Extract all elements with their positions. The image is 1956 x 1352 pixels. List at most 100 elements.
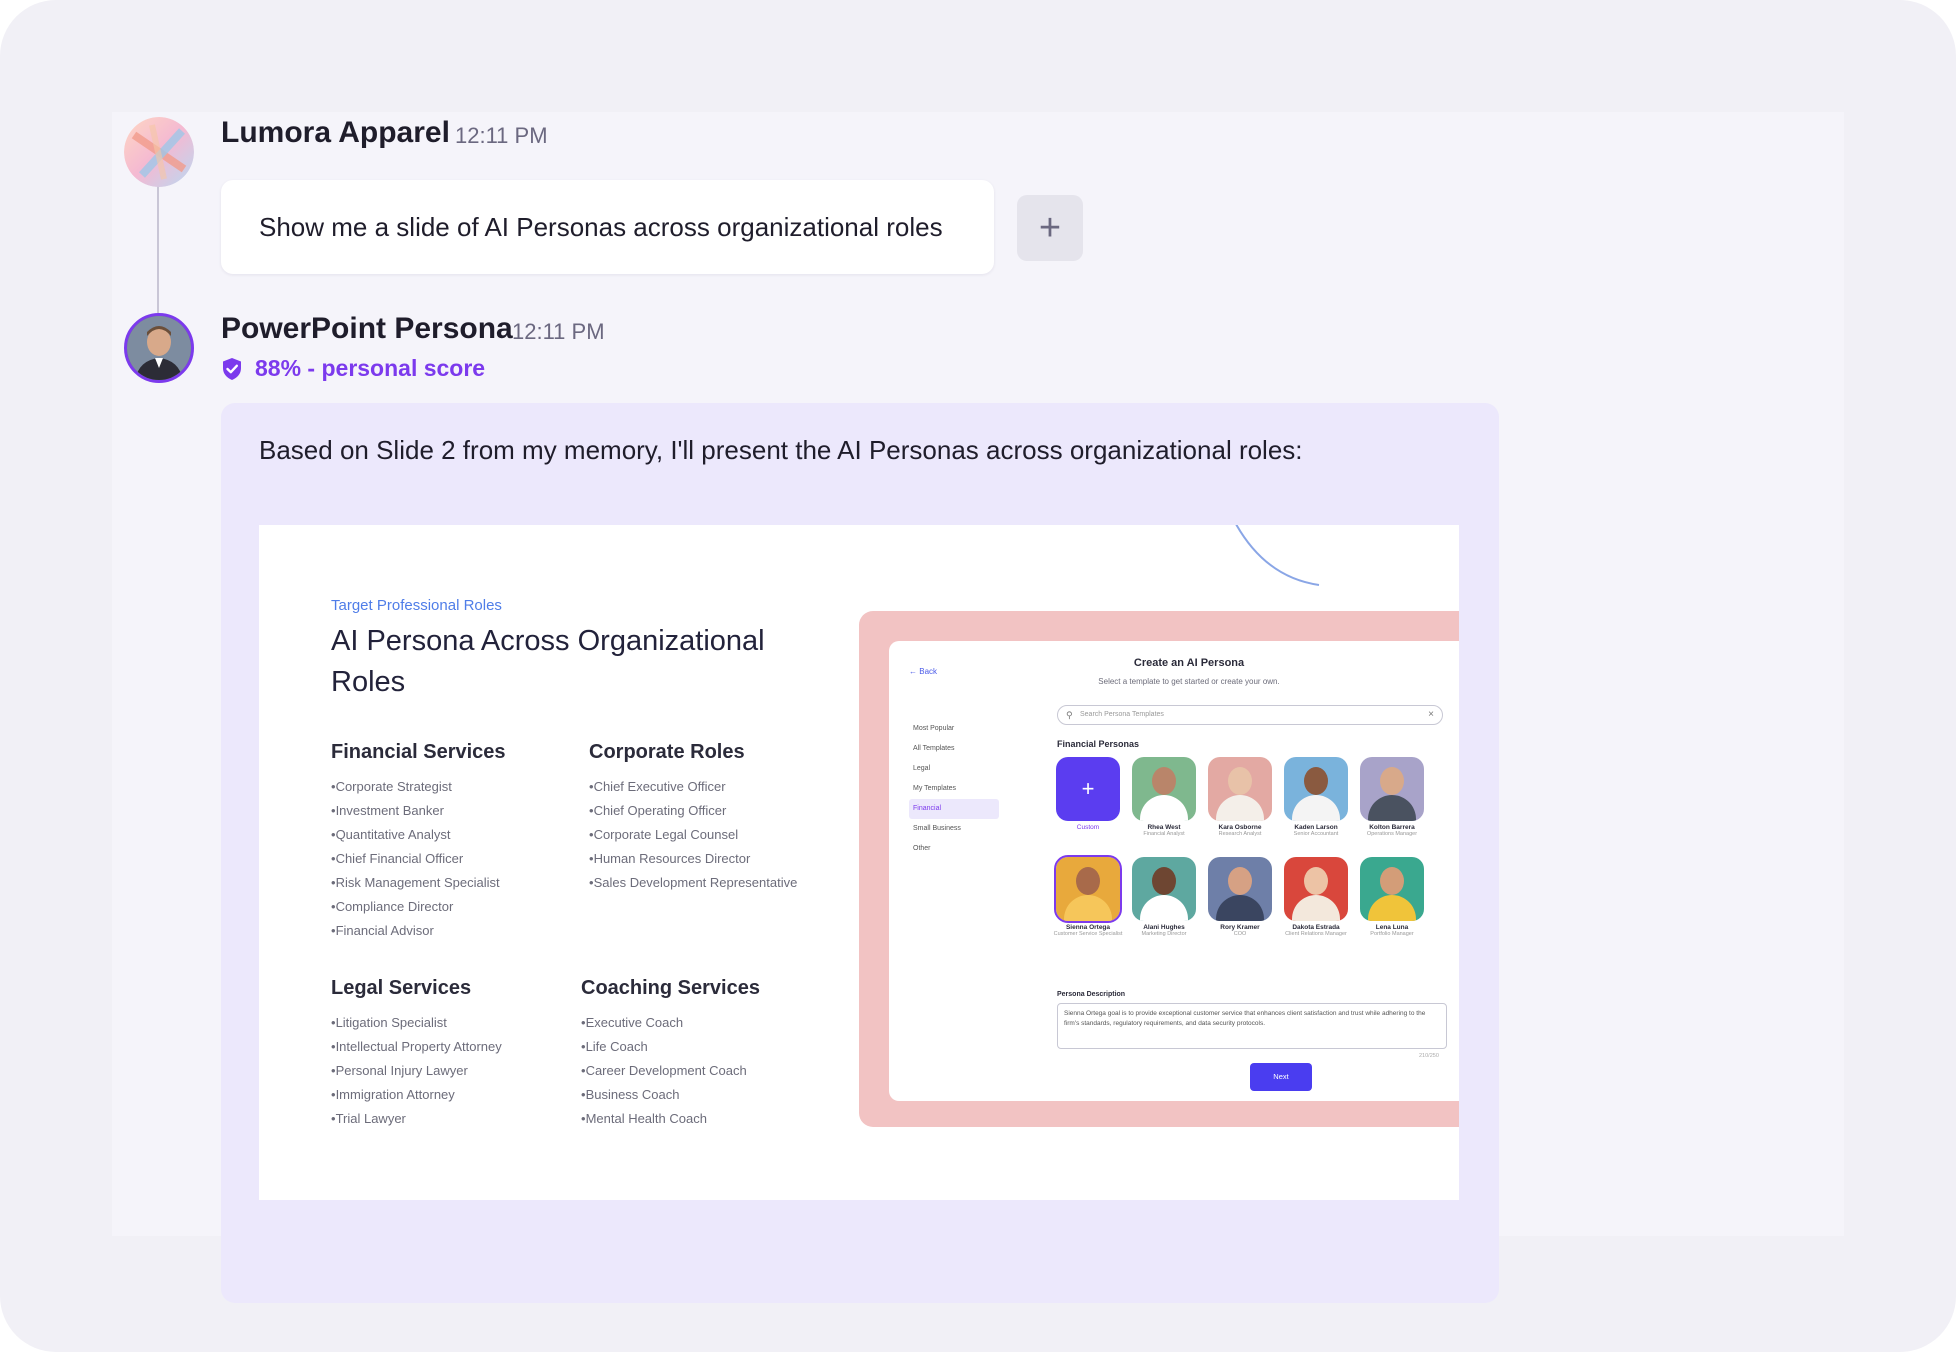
mockup-char-counter: 210/250 <box>1419 1053 1439 1059</box>
mockup-sidebar-item: My Templates <box>913 785 957 792</box>
user-message-text: Show me a slide of AI Personas across or… <box>259 211 943 242</box>
list-item: Trial Lawyer <box>331 1107 502 1131</box>
list-item: Sales Development Representative <box>589 871 798 895</box>
mockup-sidebar-item: Most Popular <box>913 725 955 732</box>
list-item: Career Development Coach <box>581 1059 747 1083</box>
persona-photo <box>1132 757 1196 821</box>
plus-icon: + <box>1038 207 1062 249</box>
persona-card: Rhea West Financial Analyst <box>1129 757 1199 837</box>
powerpoint-persona-avatar <box>124 313 194 383</box>
thread-connector <box>157 180 159 320</box>
section-heading-corporate: Corporate Roles <box>589 741 745 763</box>
persona-name: Kolton Barrera <box>1369 824 1415 831</box>
list-item: Compliance Director <box>331 895 500 919</box>
close-icon: × <box>1428 709 1434 720</box>
bot-message-time: 12:11 PM <box>512 319 605 344</box>
score-text: 88% - personal score <box>255 355 486 381</box>
legal-roles-list: Litigation Specialist Intellectual Prope… <box>331 1011 502 1131</box>
user-sender-name: Lumora Apparel <box>221 116 450 149</box>
section-heading-financial: Financial Services <box>331 741 506 763</box>
list-item: Risk Management Specialist <box>331 871 500 895</box>
persona-role: Financial Analyst <box>1143 831 1185 837</box>
list-item: Intellectual Property Attorney <box>331 1035 502 1059</box>
persona-name: Dakota Estrada <box>1292 924 1340 931</box>
mockup-description-label: Persona Description <box>1057 991 1126 998</box>
mockup-title: Create an AI Persona <box>1133 657 1245 669</box>
list-item: Business Coach <box>581 1083 747 1107</box>
plus-icon: + <box>1056 757 1120 821</box>
search-icon: ⚲ <box>1066 710 1073 720</box>
mockup-sidebar-item: Small Business <box>913 825 961 832</box>
persona-photo <box>1360 757 1424 821</box>
mockup-description: Sienna Ortega goal is to provide excepti… <box>1057 1003 1447 1049</box>
persona-photo <box>1284 757 1348 821</box>
persona-photo <box>1132 857 1196 921</box>
list-item: Mental Health Coach <box>581 1107 747 1131</box>
list-item: Immigration Attorney <box>331 1083 502 1107</box>
persona-photo <box>1284 857 1348 921</box>
list-item: Life Coach <box>581 1035 747 1059</box>
persona-name: Rory Kramer <box>1220 924 1260 931</box>
financial-roles-list: Corporate Strategist Investment Banker Q… <box>331 775 500 943</box>
persona-card: Kaden Larson Senior Accountant <box>1281 757 1351 837</box>
slide-eyebrow: Target Professional Roles <box>331 597 502 614</box>
list-item: Personal Injury Lawyer <box>331 1059 502 1083</box>
list-item: Financial Advisor <box>331 919 500 943</box>
list-item: Litigation Specialist <box>331 1011 502 1035</box>
persona-card-selected: Sienna Ortega Customer Service Specialis… <box>1053 855 1123 937</box>
user-message-time: 12:11 PM <box>455 123 548 148</box>
slide-preview[interactable]: Target Professional Roles AI Persona Acr… <box>259 525 1459 1200</box>
lumora-avatar <box>124 117 194 187</box>
mockup-search: ⚲ Search Persona Templates × <box>1057 705 1443 725</box>
corporate-roles-list: Chief Executive Officer Chief Operating … <box>589 775 798 895</box>
persona-card: Lena Luna Portfolio Manager <box>1357 857 1427 937</box>
persona-card: Alani Hughes Marketing Director <box>1129 857 1199 937</box>
persona-name: Lena Luna <box>1375 924 1409 931</box>
lumora-logo-icon <box>124 117 194 187</box>
mockup-subtitle: Select a template to get started or crea… <box>1098 677 1280 686</box>
mockup-window: ← Back Create an AI Persona Select a tem… <box>889 641 1459 1101</box>
app-background: Lumora Apparel 12:11 PM Show me a slide … <box>0 0 1956 1352</box>
mockup-sidebar: Most Popular All Templates Legal My Temp… <box>909 719 999 859</box>
persona-role: Senior Accountant <box>1293 831 1339 837</box>
persona-photo <box>1360 857 1424 921</box>
persona-card: Kolton Barrera Operations Manager <box>1357 757 1427 837</box>
persona-role: Client Relations Manager <box>1285 931 1347 937</box>
mockup-next-button: Next <box>1250 1063 1312 1091</box>
list-item: Chief Executive Officer <box>589 775 797 799</box>
mockup-section-title: Financial Personas <box>1057 739 1140 749</box>
list-item: Corporate Strategist <box>331 775 500 799</box>
bot-message-bubble: Based on Slide 2 from my memory, I'll pr… <box>221 403 1499 1303</box>
slide-title: AI Persona Across Organizational Roles <box>331 625 765 698</box>
bot-message-text: Based on Slide 2 from my memory, I'll pr… <box>259 435 1303 465</box>
persona-name: Sienna Ortega <box>1065 924 1111 931</box>
add-button[interactable]: + <box>1017 195 1083 261</box>
user-message-bubble: Show me a slide of AI Personas across or… <box>221 180 994 274</box>
section-heading-coaching: Coaching Services <box>581 977 760 999</box>
mockup-search-placeholder: Search Persona Templates <box>1080 711 1164 718</box>
persona-photo <box>1054 855 1122 923</box>
list-item: Quantitative Analyst <box>331 823 500 847</box>
persona-name: Kaden Larson <box>1294 824 1338 831</box>
shield-check-icon <box>223 357 241 380</box>
personal-score: 88% - personal score <box>221 355 485 382</box>
list-item: Executive Coach <box>581 1011 747 1035</box>
coaching-roles-list: Executive Coach Life Coach Career Develo… <box>581 1011 747 1131</box>
list-item: Corporate Legal Counsel <box>589 823 797 847</box>
persona-role: Portfolio Manager <box>1370 931 1414 937</box>
persona-role: Marketing Director <box>1141 931 1187 937</box>
persona-role: Research Analyst <box>1218 831 1262 837</box>
list-item: Investment Banker <box>331 799 500 823</box>
persona-name: Kara Osborne <box>1218 824 1262 831</box>
persona-role: Operations Manager <box>1366 831 1418 837</box>
persona-photo <box>1208 757 1272 821</box>
mockup-sidebar-item: Other <box>913 845 931 852</box>
list-item: Human Resources Director <box>589 847 797 871</box>
list-item: Chief Operating Officer <box>589 799 797 823</box>
persona-name: Custom <box>1076 824 1100 831</box>
persona-card: Dakota Estrada Client Relations Manager <box>1281 857 1351 937</box>
persona-photo <box>1208 857 1272 921</box>
list-item: Chief Financial Officer <box>331 847 500 871</box>
section-heading-legal: Legal Services <box>331 977 472 999</box>
persona-portrait-icon <box>127 316 191 380</box>
